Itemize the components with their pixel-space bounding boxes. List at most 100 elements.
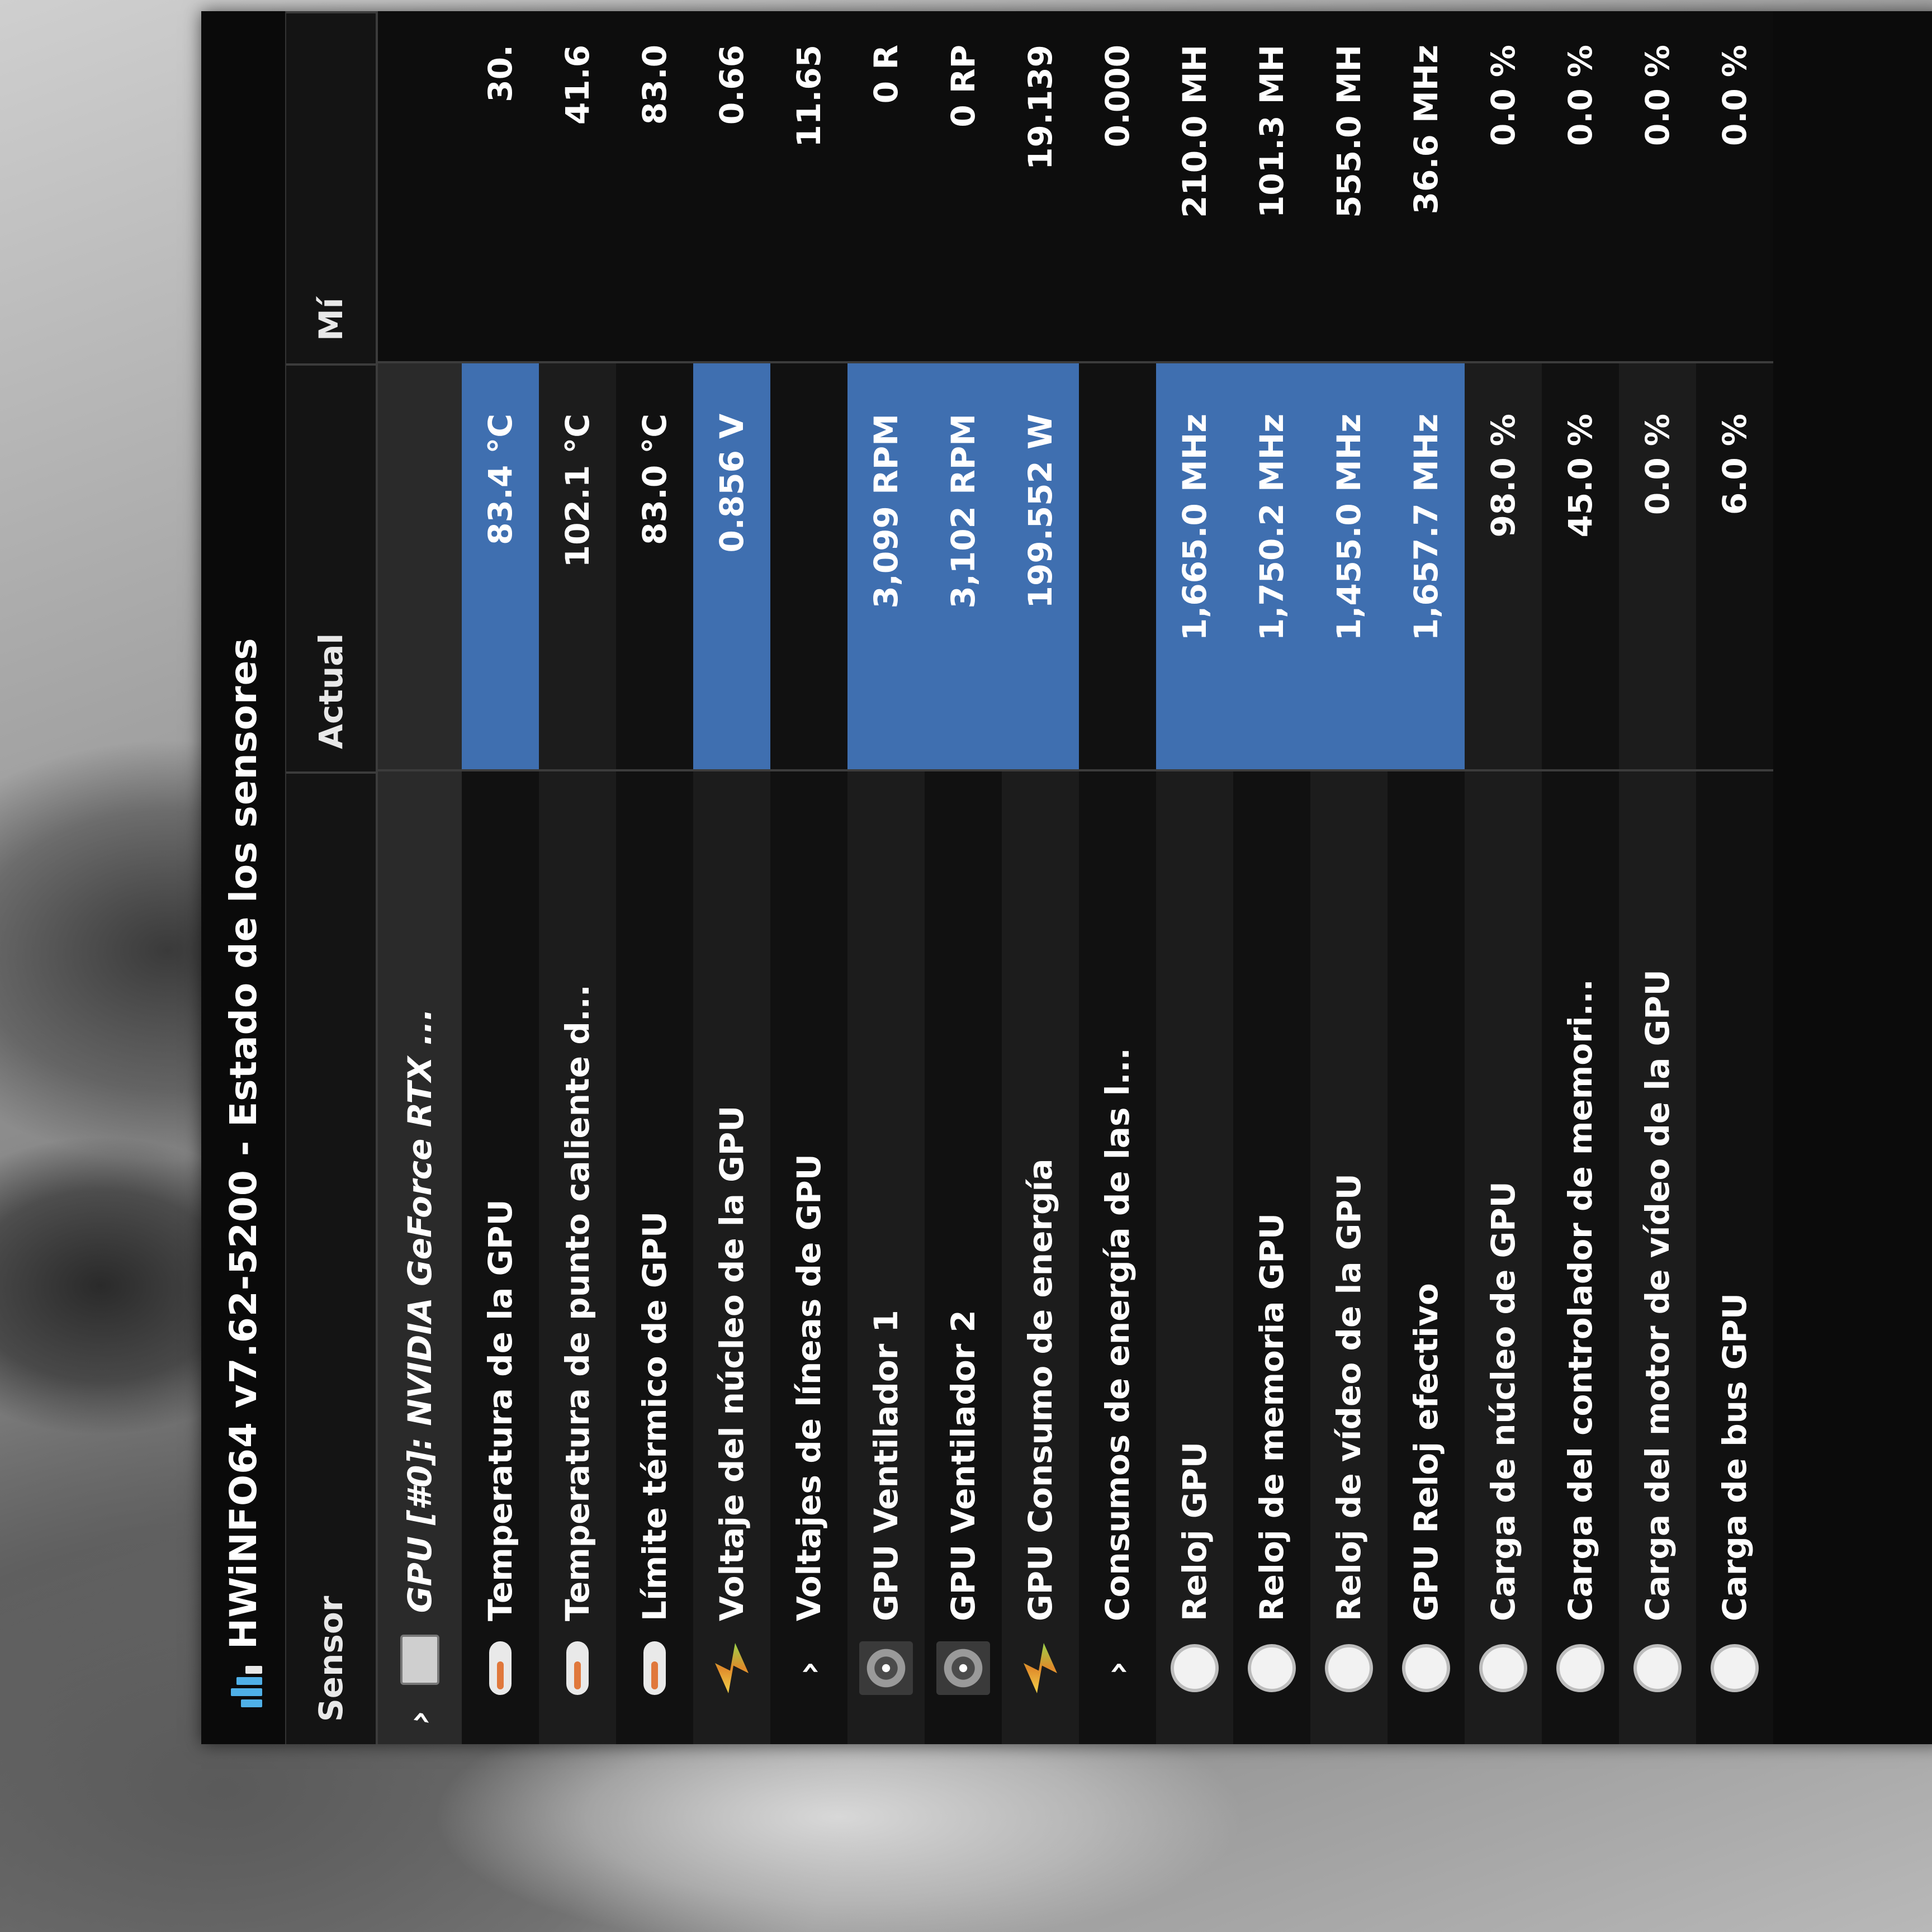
- sensor-min-value: 19.139: [1002, 11, 1079, 363]
- column-header-sensor[interactable]: Sensor: [286, 771, 376, 1744]
- clock-icon: [1402, 1635, 1450, 1702]
- sensor-actual-value: [378, 363, 462, 771]
- clock-icon: [1248, 1635, 1296, 1702]
- sensor-min-value: 0.66: [693, 11, 770, 363]
- sensor-label: GPU Consumo de energía: [1021, 1158, 1059, 1621]
- sensor-row[interactable]: Límite térmico de GPU 83.0 °C 83.0: [616, 11, 693, 1744]
- sensor-actual-value: 0.856 V: [693, 363, 770, 771]
- sensor-actual-value: 83.4 °C: [462, 363, 539, 771]
- sensor-group-gpu[interactable]: › GPU [#0]: NVIDIA GeForce RTX ...: [378, 11, 462, 1744]
- sensor-label: Carga de núcleo de GPU: [1484, 1181, 1522, 1621]
- chevron-icon[interactable]: ›: [789, 1635, 828, 1702]
- sensor-actual-value: 1,657.7 MHz: [1388, 363, 1465, 771]
- sensor-actual-value: [770, 363, 847, 771]
- sensor-row[interactable]: Reloj de memoria GPU 1,750.2 MHz 101.3 M…: [1233, 11, 1310, 1744]
- sensor-actual-value: 1,455.0 MHz: [1310, 363, 1388, 771]
- voltage-icon: [1024, 1635, 1057, 1702]
- sensor-row[interactable]: › Voltajes de líneas de GPU 11.65: [770, 11, 847, 1744]
- sensor-row[interactable]: Voltaje del núcleo de la GPU 0.856 V 0.6…: [693, 11, 770, 1744]
- sensor-label: Reloj GPU: [1176, 1441, 1214, 1621]
- sensor-row[interactable]: GPU Ventilador 2 3,102 RPM 0 RP: [925, 11, 1002, 1744]
- sensor-min-value: 0.0 %: [1696, 11, 1773, 363]
- sensor-row[interactable]: GPU Ventilador 1 3,099 RPM 0 R: [847, 11, 925, 1744]
- sensor-label: Voltajes de líneas de GPU: [790, 1154, 828, 1621]
- voltage-icon: [715, 1635, 749, 1702]
- sensor-list[interactable]: › GPU [#0]: NVIDIA GeForce RTX ... Tempe…: [378, 11, 1773, 1744]
- sensor-actual-value: 199.552 W: [1002, 363, 1079, 771]
- sensor-min-value: 0.0 %: [1465, 11, 1542, 363]
- sensor-row[interactable]: › Consumos de energía de las l... 0.000: [1079, 11, 1156, 1744]
- sensor-label: Reloj de memoria GPU: [1253, 1213, 1291, 1621]
- sensor-min-value: 0.0 %: [1542, 11, 1619, 363]
- clock-icon: [1633, 1635, 1682, 1702]
- column-header: Sensor Actual Mí: [285, 11, 378, 1744]
- sensor-min-value: 210.0 MH: [1156, 11, 1233, 363]
- sensor-label: GPU Ventilador 2: [944, 1310, 982, 1621]
- sensor-row[interactable]: Temperatura de la GPU 83.4 °C 30.: [462, 11, 539, 1744]
- sensor-min-value: 11.65: [770, 11, 847, 363]
- clock-icon: [1171, 1635, 1219, 1702]
- sensor-label: Carga del controlador de memori...: [1561, 979, 1599, 1621]
- hwinfo-app-icon: [221, 1666, 266, 1711]
- sensor-min-value: 30.: [462, 11, 539, 363]
- sensor-label: Voltaje del núcleo de la GPU: [713, 1105, 751, 1621]
- sensor-min-value: [378, 11, 462, 363]
- sensor-row[interactable]: Carga de núcleo de GPU 98.0 % 0.0 %: [1465, 11, 1542, 1744]
- clock-icon: [1479, 1635, 1527, 1702]
- sensor-actual-value: 98.0 %: [1465, 363, 1542, 771]
- chevron-icon[interactable]: ›: [1098, 1635, 1137, 1702]
- thermometer-icon: [489, 1635, 512, 1702]
- sensor-row[interactable]: Carga de bus GPU 6.0 % 0.0 %: [1696, 11, 1773, 1744]
- sensor-actual-value: [1079, 363, 1156, 771]
- sensor-min-value: 41.6: [539, 11, 616, 363]
- sensor-row[interactable]: GPU Reloj efectivo 1,657.7 MHz 36.6 MHz: [1388, 11, 1465, 1744]
- sensor-actual-value: 1,665.0 MHz: [1156, 363, 1233, 771]
- thermometer-icon: [566, 1635, 589, 1702]
- sensor-label: Temperatura de la GPU: [481, 1199, 519, 1621]
- sensor-row[interactable]: Carga del motor de vídeo de la GPU 0.0 %…: [1619, 11, 1696, 1744]
- hwinfo-sensors-window[interactable]: HWiNFO64 v7.62-5200 - Estado de los sens…: [201, 11, 1932, 1744]
- sensor-min-value: 0 R: [847, 11, 925, 363]
- sensor-actual-value: 3,099 RPM: [847, 363, 925, 771]
- column-header-min[interactable]: Mí: [286, 11, 376, 363]
- sensor-label: Carga del motor de vídeo de la GPU: [1639, 969, 1677, 1621]
- sensor-min-value: 555.0 MH: [1310, 11, 1388, 363]
- title-bar[interactable]: HWiNFO64 v7.62-5200 - Estado de los sens…: [201, 11, 285, 1744]
- sensor-actual-value: 83.0 °C: [616, 363, 693, 771]
- column-header-actual[interactable]: Actual: [286, 363, 376, 771]
- sensor-min-value: 0 RP: [925, 11, 1002, 363]
- sensor-row[interactable]: Carga del controlador de memori... 45.0 …: [1542, 11, 1619, 1744]
- fan-icon: [859, 1635, 913, 1702]
- sensor-row[interactable]: GPU Consumo de energía 199.552 W 19.139: [1002, 11, 1079, 1744]
- sensor-label: GPU [#0]: NVIDIA GeForce RTX ...: [401, 1008, 439, 1613]
- thermometer-icon: [643, 1635, 666, 1702]
- sensor-actual-value: 6.0 %: [1696, 363, 1773, 771]
- sensor-actual-value: 1,750.2 MHz: [1233, 363, 1310, 771]
- clock-icon: [1711, 1635, 1759, 1702]
- sensor-actual-value: 3,102 RPM: [925, 363, 1002, 771]
- sensor-min-value: 0.0 %: [1619, 11, 1696, 363]
- sensor-label: GPU Ventilador 1: [867, 1310, 905, 1621]
- sensor-row[interactable]: Reloj de vídeo de la GPU 1,455.0 MHz 555…: [1310, 11, 1388, 1744]
- chip-icon: [400, 1626, 439, 1693]
- sensor-min-value: 0.000: [1079, 11, 1156, 363]
- sensor-actual-value: 45.0 %: [1542, 363, 1619, 771]
- sensor-label: Carga de bus GPU: [1716, 1293, 1754, 1621]
- sensor-label: Consumos de energía de las l...: [1098, 1048, 1137, 1621]
- sensor-min-value: 83.0: [616, 11, 693, 363]
- sensor-label: Límite térmico de GPU: [636, 1211, 674, 1621]
- sensor-label: GPU Reloj efectivo: [1407, 1283, 1445, 1621]
- sensor-min-value: 36.6 MHz: [1388, 11, 1465, 363]
- sensor-label: Reloj de vídeo de la GPU: [1330, 1173, 1368, 1621]
- sensor-actual-value: 0.0 %: [1619, 363, 1696, 771]
- sensor-row[interactable]: Reloj GPU 1,665.0 MHz 210.0 MH: [1156, 11, 1233, 1744]
- clock-icon: [1556, 1635, 1604, 1702]
- clock-icon: [1325, 1635, 1373, 1702]
- sensor-actual-value: 102.1 °C: [539, 363, 616, 771]
- sensor-row[interactable]: Temperatura de punto caliente d... 102.1…: [539, 11, 616, 1744]
- expand-chevron-icon[interactable]: ›: [400, 1710, 439, 1724]
- window-title: HWiNFO64 v7.62-5200 - Estado de los sens…: [221, 637, 265, 1649]
- sensor-label: Temperatura de punto caliente d...: [558, 984, 596, 1621]
- sensor-min-value: 101.3 MH: [1233, 11, 1310, 363]
- fan-icon: [936, 1635, 990, 1702]
